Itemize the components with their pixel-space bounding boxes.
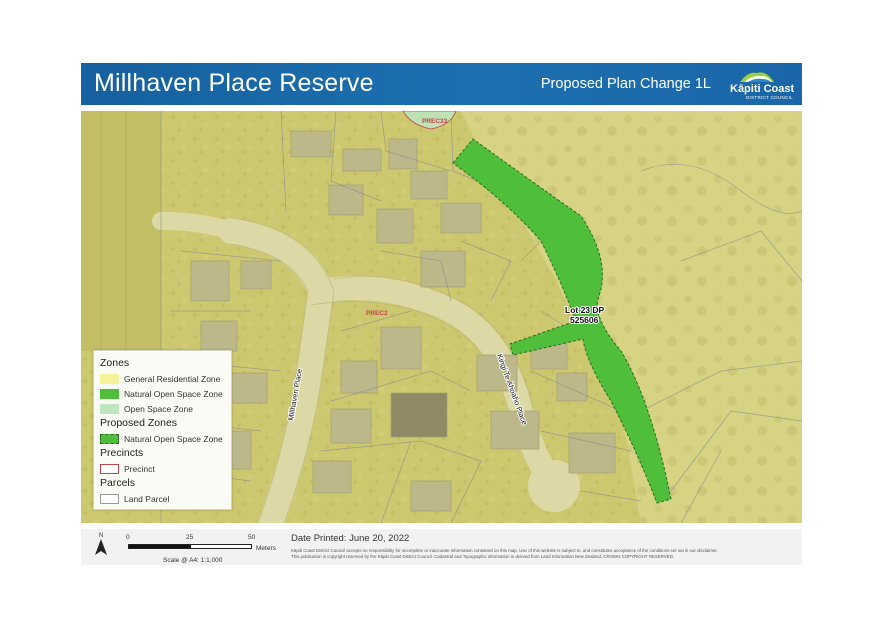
plan-change-subtitle: Proposed Plan Change 1L [540, 76, 711, 92]
map-legend: Zones General Residential Zone Natural O… [93, 350, 232, 510]
scale-tick: 25 [186, 534, 194, 541]
north-arrow: N [94, 533, 108, 560]
prec2-label: PREC2 [366, 310, 388, 317]
legend-label: Natural Open Space Zone [124, 433, 223, 444]
legend-item: Natural Open Space Zone [100, 433, 223, 444]
lot-label-line1: Lot 23 DP [565, 305, 605, 315]
legend-proposed-heading: Proposed Zones [100, 417, 178, 429]
scale-tick: 0 [126, 534, 130, 541]
legend-label: Natural Open Space Zone [124, 388, 223, 399]
legend-label: Precinct [124, 463, 155, 474]
prec33-label: PREC33 [422, 118, 448, 125]
legend-parcels-heading: Parcels [100, 477, 136, 489]
disclaimer-line1: Kāpiti Coast District Council accepts no… [291, 548, 718, 553]
lot-label-line2: 525606 [570, 315, 599, 325]
date-printed: Date Printed: June 20, 2022 [291, 533, 410, 544]
scale-units: Meters [256, 545, 276, 552]
legend-precincts-heading: Precincts [100, 447, 144, 459]
legend-swatch [100, 433, 119, 444]
scale-bar: 0 25 50 Meters Scale @ A4: 1:1,000 [126, 534, 286, 564]
scale-segment [128, 544, 192, 549]
north-arrow-icon [95, 539, 107, 555]
scale-segment [190, 544, 252, 549]
legend-label: General Residential Zone [124, 373, 221, 384]
legend-item: Precinct [100, 463, 155, 474]
map-title: Millhaven Place Reserve [94, 69, 374, 97]
legend-zones-heading: Zones [100, 357, 130, 369]
logo-name: Kāpiti Coast [730, 83, 795, 95]
legend-item: General Residential Zone [100, 373, 220, 384]
legend-item: Natural Open Space Zone [100, 388, 223, 399]
legend-swatch [100, 388, 119, 399]
legend-item: Open Space Zone [100, 403, 193, 414]
legend-swatch [100, 373, 119, 384]
map-header: Millhaven Place Reserve Proposed Plan Ch… [81, 63, 802, 105]
council-logo: Kāpiti Coast DISTRICT COUNCIL [726, 69, 794, 101]
scale-tick: 50 [248, 534, 256, 541]
legend-label: Land Parcel [124, 493, 170, 504]
legend-swatch [100, 463, 119, 474]
disclaimer-line2: This publication is copyright reserved b… [291, 554, 675, 559]
logo-subtext: DISTRICT COUNCIL [746, 95, 793, 100]
map-footer: N 0 25 50 Meters Scale @ A4: 1:1,000 Dat… [81, 529, 802, 565]
scale-note: Scale @ A4: 1:1,000 [163, 557, 223, 564]
island-logo-icon [740, 72, 774, 82]
legend-swatch [100, 403, 119, 414]
legend-swatch [100, 493, 119, 504]
legend-label: Open Space Zone [124, 403, 193, 414]
legend-item: Land Parcel [100, 493, 169, 504]
